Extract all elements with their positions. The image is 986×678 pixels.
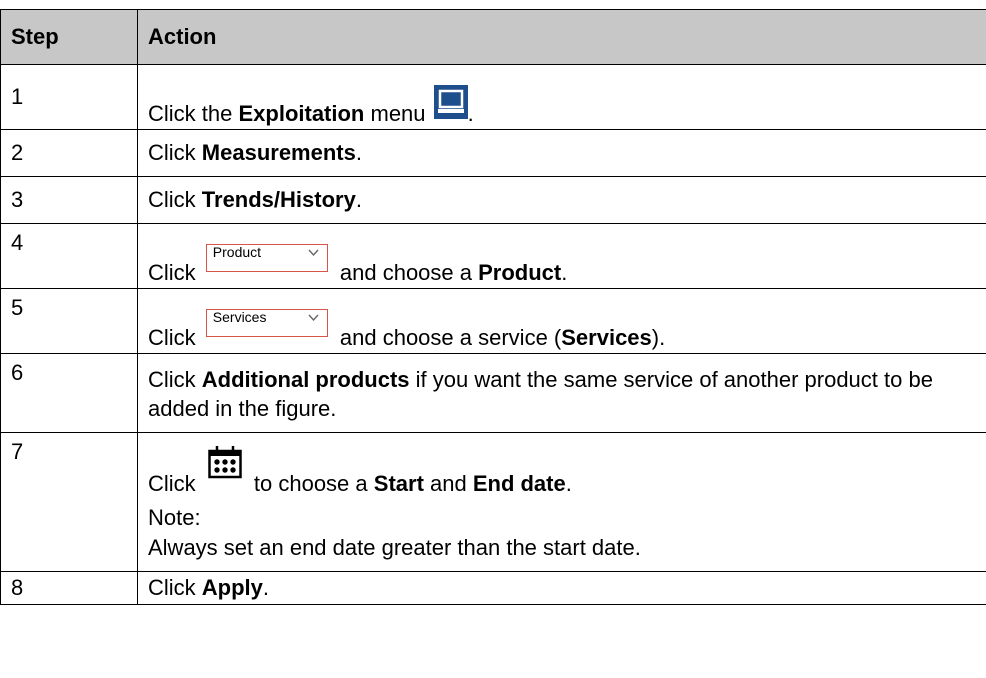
action-bold: Trends/History bbox=[201, 187, 356, 212]
header-step: Step bbox=[0, 9, 138, 65]
note-text: Always set an end date greater than the … bbox=[148, 535, 641, 560]
step-action: Click Product and choose a Product. bbox=[137, 223, 986, 289]
step-number: 1 bbox=[0, 64, 138, 130]
step-action: Click Measurements. bbox=[137, 129, 986, 177]
table-row: 1 Click the Exploitation menu . bbox=[0, 64, 986, 130]
table-row: 8 Click Apply. bbox=[0, 571, 986, 605]
action-bold: Measurements bbox=[201, 140, 356, 165]
table-header-row: Step Action bbox=[0, 9, 986, 65]
calendar-icon[interactable] bbox=[208, 445, 242, 479]
product-dropdown-label: Product bbox=[212, 244, 262, 260]
action-bold: Apply bbox=[201, 575, 263, 600]
action-text: . bbox=[355, 187, 362, 212]
chevron-down-icon bbox=[308, 314, 319, 322]
action-text: . bbox=[262, 575, 270, 600]
step-number: 5 bbox=[0, 288, 138, 354]
header-action: Action bbox=[137, 9, 986, 65]
services-dropdown-label: Services bbox=[212, 309, 267, 325]
action-text: Click bbox=[148, 140, 202, 165]
action-line: Click to choose a Start and End date. bbox=[148, 445, 986, 499]
action-bold: Services bbox=[561, 325, 652, 350]
action-text: and choose a bbox=[333, 260, 479, 285]
step-number: 6 bbox=[0, 353, 138, 433]
action-text: Click bbox=[148, 575, 202, 600]
step-number: 4 bbox=[0, 223, 138, 289]
action-text: Click bbox=[148, 260, 202, 285]
action-text: Click the bbox=[148, 101, 239, 126]
action-bold: End date bbox=[472, 471, 566, 496]
product-dropdown[interactable]: Product bbox=[205, 244, 328, 272]
step-number: 2 bbox=[0, 129, 138, 177]
step-number: 3 bbox=[0, 176, 138, 224]
step-action: Click Additional products if you want th… bbox=[137, 353, 986, 433]
step-number: 7 bbox=[0, 432, 138, 572]
action-text: Click bbox=[148, 187, 202, 212]
step-action: Click to choose a Start and End date. No… bbox=[137, 432, 986, 572]
services-dropdown[interactable]: Services bbox=[205, 309, 328, 337]
step-number: 8 bbox=[0, 571, 138, 605]
step-action: Click the Exploitation menu . bbox=[137, 64, 986, 130]
steps-table: Step Action 1 Click the Exploitation men… bbox=[0, 9, 986, 605]
action-text: . bbox=[565, 471, 572, 496]
document-page: Step Action 1 Click the Exploitation men… bbox=[0, 0, 986, 678]
monitor-icon bbox=[433, 85, 468, 119]
action-text: and choose a service ( bbox=[333, 325, 562, 350]
action-text: Click bbox=[148, 325, 202, 350]
step-action: Click Services and choose a service (Ser… bbox=[137, 288, 986, 354]
action-text: Click bbox=[148, 471, 202, 496]
action-text: to choose a bbox=[247, 471, 374, 496]
note-label: Note: bbox=[148, 505, 201, 530]
table-row: 2 Click Measurements. bbox=[0, 129, 986, 177]
step-action: Click Apply. bbox=[137, 571, 986, 605]
table-row: 4 Click Product and choose a Product. bbox=[0, 223, 986, 289]
action-bold: Exploitation bbox=[238, 101, 365, 126]
action-bold: Start bbox=[373, 471, 424, 496]
note-block: Note: Always set an end date greater tha… bbox=[148, 503, 986, 567]
action-text: . bbox=[467, 101, 474, 126]
action-bold: Product bbox=[478, 260, 562, 285]
chevron-down-icon bbox=[308, 249, 319, 257]
action-text: menu bbox=[364, 101, 432, 126]
action-text: ). bbox=[651, 325, 666, 350]
action-text: and bbox=[423, 471, 473, 496]
action-text: . bbox=[355, 140, 362, 165]
table-row: 3 Click Trends/History. bbox=[0, 176, 986, 224]
action-bold: Additional products bbox=[201, 367, 410, 392]
step-action: Click Trends/History. bbox=[137, 176, 986, 224]
action-text: Click bbox=[148, 367, 202, 392]
table-row: 7 Click to choose a Start and End date. … bbox=[0, 432, 986, 572]
table-row: 6 Click Additional products if you want … bbox=[0, 353, 986, 433]
table-row: 5 Click Services and choose a service (S… bbox=[0, 288, 986, 354]
action-text: . bbox=[561, 260, 568, 285]
